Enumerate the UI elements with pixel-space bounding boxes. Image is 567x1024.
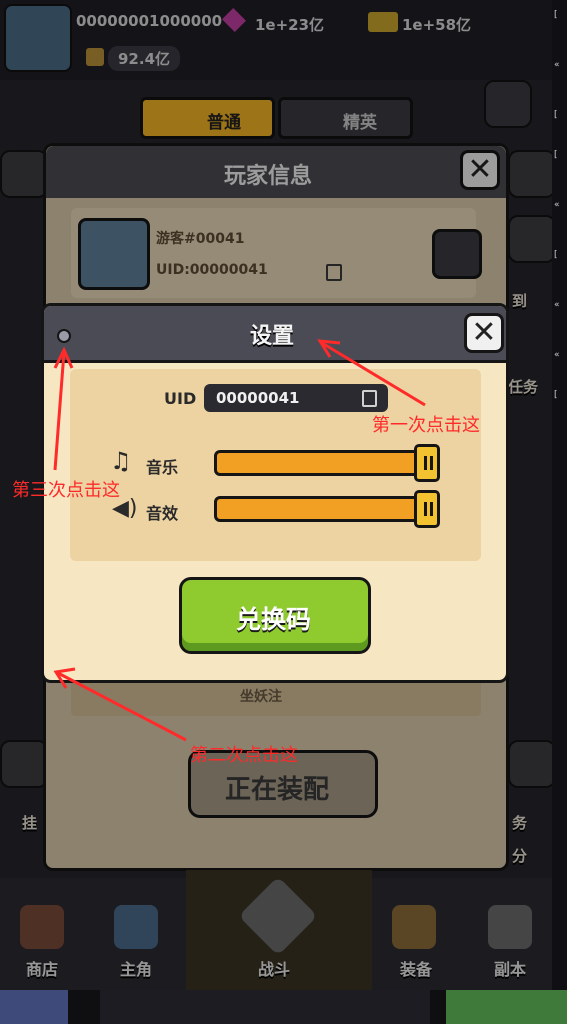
game-screen: 00000001000000 1e+23亿 1e+58亿 92.4亿 普通 精英… <box>0 0 552 990</box>
arrow-second <box>53 667 187 742</box>
annotation-first: 第一次点击这 <box>372 415 480 436</box>
side-panel-edge: [«[[«[««[ <box>552 0 567 1024</box>
thumbnail-left[interactable] <box>0 990 68 1024</box>
taskbar-strip <box>0 990 567 1024</box>
arrow-first <box>317 339 426 407</box>
thumbnail-middle <box>100 990 430 1024</box>
thumbnail-right[interactable] <box>446 990 567 1024</box>
arrow-third <box>53 346 74 471</box>
annotation-second: 第二次点击这 <box>190 745 298 766</box>
annotation-third: 第三次点击这 <box>12 480 120 501</box>
